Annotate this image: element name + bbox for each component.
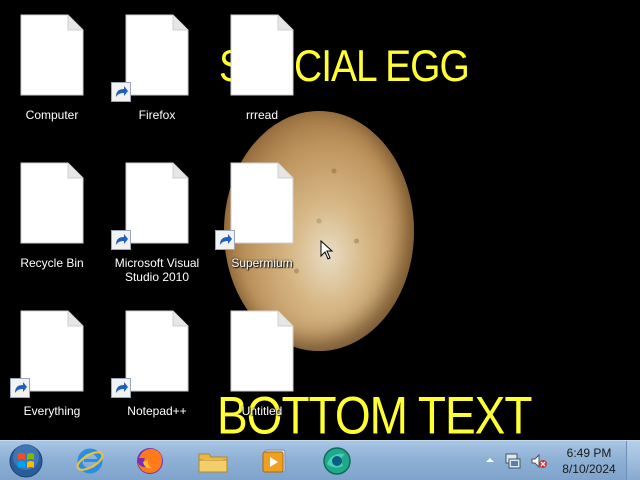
blank-file-icon <box>20 162 84 244</box>
shortcut-arrow-icon <box>215 230 235 250</box>
network-icon[interactable] <box>504 452 522 475</box>
desktop-icon-computer[interactable]: Computer <box>2 14 102 144</box>
shortcut-arrow-icon <box>111 82 131 102</box>
clock-date: 8/10/2024 <box>562 462 616 476</box>
desktop-icon-supermium[interactable]: Supermium <box>212 162 312 292</box>
blank-file-icon <box>125 162 189 244</box>
taskbar: 6:49 PM 8/10/2024 <box>0 440 640 480</box>
clock[interactable]: 6:49 PM 8/10/2024 <box>554 445 624 477</box>
desktop-icon-untitled[interactable]: Untitled <box>212 310 312 440</box>
show-hidden-icons-icon[interactable] <box>484 453 496 472</box>
blank-file-icon <box>20 14 84 96</box>
blank-file-icon <box>125 14 189 96</box>
desktop-icon-label: Recycle Bin <box>20 256 84 270</box>
media-player-icon <box>262 449 286 473</box>
windows-orb-icon <box>9 444 43 478</box>
desktop-icon-label: Microsoft Visual Studio 2010 <box>114 256 200 284</box>
system-tray: 6:49 PM 8/10/2024 <box>482 441 640 480</box>
desktop-icon-notepad-plus-plus[interactable]: Notepad++ <box>107 310 207 440</box>
internet-explorer-icon <box>76 448 104 474</box>
taskbar-file-explorer[interactable] <box>186 442 238 480</box>
desktop-icon-label: rrread <box>245 108 278 122</box>
blank-file-icon <box>230 14 294 96</box>
show-desktop-button[interactable] <box>626 441 640 480</box>
desktop-icon-label: Computer <box>25 108 79 122</box>
desktop-icon-label: Notepad++ <box>127 404 187 418</box>
desktop-icon-visual-studio[interactable]: Microsoft Visual Studio 2010 <box>107 162 207 292</box>
desktop-icon-everything[interactable]: Everything <box>2 310 102 440</box>
blank-file-icon <box>230 162 294 244</box>
firefox-icon <box>137 448 163 474</box>
taskbar-internet-explorer[interactable] <box>64 442 116 480</box>
start-button[interactable] <box>6 442 46 480</box>
desktop-icon-firefox[interactable]: Firefox <box>107 14 207 144</box>
clock-time: 6:49 PM <box>566 446 612 460</box>
desktop-icon-recycle-bin[interactable]: Recycle Bin <box>2 162 102 292</box>
shortcut-arrow-icon <box>111 230 131 250</box>
file-explorer-icon <box>198 453 228 473</box>
taskbar-supermium[interactable] <box>310 442 362 480</box>
blank-file-icon <box>230 310 294 392</box>
shortcut-arrow-icon <box>10 378 30 398</box>
desktop-screen: SPECIAL EGG BOTTOM TEXT Computer Recycle… <box>0 0 640 480</box>
mouse-cursor-icon <box>320 239 334 265</box>
desktop-icon-label: Everything <box>23 404 81 418</box>
shortcut-arrow-icon <box>111 378 131 398</box>
desktop-icon-label: Firefox <box>138 108 176 122</box>
blank-file-icon <box>125 310 189 392</box>
desktop-icon-rrread[interactable]: rrread <box>212 14 312 144</box>
volume-muted-icon[interactable] <box>530 452 548 475</box>
desktop-icon-label: Supermium <box>231 256 293 270</box>
taskbar-firefox[interactable] <box>124 442 176 480</box>
desktop-icon-label: Untitled <box>241 404 283 418</box>
taskbar-media-player[interactable] <box>248 442 300 480</box>
supermium-icon <box>323 447 351 475</box>
